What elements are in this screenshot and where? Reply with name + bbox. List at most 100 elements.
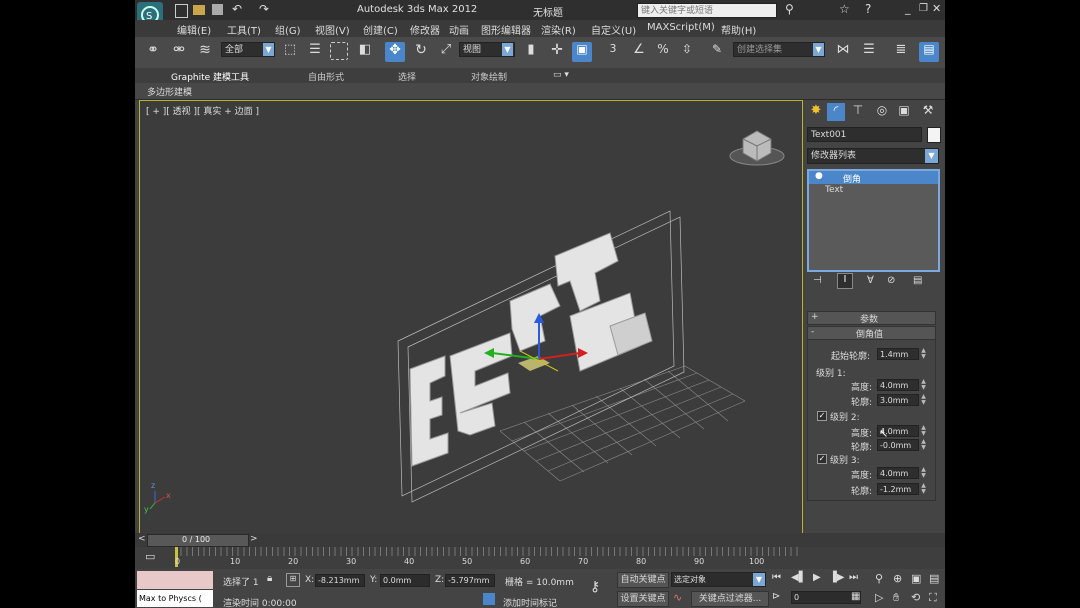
angle-snap-icon[interactable]: ∠	[629, 42, 649, 62]
make-unique-icon[interactable]: ∀	[867, 275, 874, 286]
binoculars-icon[interactable]: ⚲	[785, 2, 794, 16]
menu-graph-editors[interactable]: 图形编辑器	[481, 22, 531, 37]
level1-outline-input[interactable]: 3.0mm	[877, 394, 919, 406]
prev-frame-arrow-icon[interactable]: <	[138, 534, 146, 544]
level2-checkbox[interactable]: ✓	[817, 411, 827, 421]
display-tab-icon[interactable]: ▣	[895, 103, 913, 121]
play-icon[interactable]: ▶	[813, 572, 821, 583]
minimize-button[interactable]: _	[905, 2, 911, 15]
named-selection-dropdown[interactable]: 创建选择集	[733, 42, 825, 57]
restore-button[interactable]: ❐	[919, 3, 928, 14]
zoom-extents-all-icon[interactable]: ▤	[929, 572, 939, 585]
menu-maxscript[interactable]: MAXScript(M)	[647, 22, 715, 33]
object-name-field[interactable]: Text001	[807, 127, 922, 142]
utilities-tab-icon[interactable]: ⚒	[919, 103, 937, 121]
menu-edit[interactable]: 编辑(E)	[177, 22, 211, 37]
level3-height-input[interactable]: 4.0mm	[877, 467, 919, 479]
key-mode-toggle-icon[interactable]: ⊳	[772, 591, 780, 602]
keyboard-shortcut-icon[interactable]: ▣	[572, 42, 592, 62]
help-icon[interactable]: ?	[865, 2, 871, 16]
mirror-icon[interactable]: ⋈	[833, 42, 853, 62]
select-manipulate-icon[interactable]: ✛	[547, 42, 567, 62]
graphite-toggle-icon[interactable]: ▤	[919, 42, 939, 62]
menu-create[interactable]: 创建(C)	[363, 22, 398, 37]
absolute-mode-icon[interactable]: ⊞	[286, 573, 300, 587]
stack-item-bevel[interactable]: ● 倒角	[809, 171, 938, 185]
selected-object-dropdown[interactable]: 选定对象	[671, 572, 766, 587]
pin-stack-icon[interactable]: ⊣	[813, 275, 822, 286]
select-by-name-icon[interactable]: ☰	[305, 42, 325, 62]
next-frame-arrow-icon[interactable]: >	[250, 534, 258, 544]
rect-selection-icon[interactable]	[330, 42, 348, 60]
menu-rendering[interactable]: 渲染(R)	[541, 22, 576, 37]
zoom-icon[interactable]: ⚲	[875, 572, 883, 585]
redo-icon[interactable]: ↷	[259, 2, 269, 16]
spinner-icon[interactable]: ▲ ▼	[920, 439, 927, 451]
tab-object-paint[interactable]: 对象绘制	[471, 70, 507, 83]
bevel-text-object[interactable]	[409, 232, 653, 467]
menu-help[interactable]: 帮助(H)	[721, 22, 756, 37]
tab-selection[interactable]: 选择	[398, 70, 416, 83]
save-icon[interactable]	[212, 4, 223, 15]
modifier-list-dropdown[interactable]: 修改器列表	[807, 148, 939, 164]
auto-key-button[interactable]: 自动关键点	[617, 572, 669, 588]
x-coordinate-input[interactable]: -8.213mm	[315, 574, 365, 587]
go-to-end-icon[interactable]: ⏭	[849, 572, 858, 583]
level3-outline-input[interactable]: -1.2mm	[877, 483, 919, 495]
modify-tab-icon[interactable]: ◜	[827, 103, 845, 121]
tab-graphite[interactable]: Graphite 建模工具	[171, 70, 249, 83]
select-rotate-icon[interactable]: ↻	[411, 42, 431, 62]
lightbulb-icon[interactable]: ●	[815, 171, 823, 181]
zoom-all-icon[interactable]: ⊕	[893, 572, 902, 585]
add-time-tag-icon[interactable]	[483, 593, 495, 605]
create-tab-icon[interactable]: ✸	[807, 103, 825, 121]
maximize-viewport-icon[interactable]: ⛶	[929, 591, 937, 605]
perspective-viewport[interactable]: [ + ][ 透视 ][ 真实 + 边面 ] z x y	[139, 100, 803, 534]
stack-item-text[interactable]: Text	[825, 185, 843, 195]
open-file-icon[interactable]	[193, 5, 205, 15]
y-coordinate-input[interactable]: 0.0mm	[380, 574, 430, 587]
next-frame-icon[interactable]: ▐▶	[829, 572, 844, 583]
orbit-icon[interactable]: ⟲	[911, 591, 920, 604]
select-move-icon[interactable]: ✥	[385, 42, 405, 62]
percent-snap-icon[interactable]: %	[653, 42, 673, 62]
start-outline-input[interactable]: 1.4mm	[877, 348, 919, 360]
spinner-icon[interactable]: ▲ ▼	[920, 467, 927, 479]
time-config-icon[interactable]: ▦	[851, 591, 860, 602]
show-end-result-icon[interactable]: I	[837, 273, 853, 289]
key-mode-icon[interactable]: ⚷	[590, 579, 600, 595]
key-filters-button[interactable]: 关键点过滤器...	[691, 591, 769, 607]
select-object-icon[interactable]: ⬚	[280, 42, 300, 62]
z-coordinate-input[interactable]: -5.797mm	[445, 574, 495, 587]
bind-spacewarp-icon[interactable]: ≋	[195, 42, 215, 62]
pan-icon[interactable]: ✋︎	[893, 591, 899, 605]
hierarchy-tab-icon[interactable]: ⊤	[849, 103, 867, 121]
viewcube-icon[interactable]	[729, 130, 785, 166]
undo-icon[interactable]: ↶	[232, 2, 242, 16]
search-input[interactable]: 键入关键字或短语	[637, 3, 777, 18]
snap-toggle-icon[interactable]: 3	[603, 42, 623, 62]
spinner-icon[interactable]: ▲ ▼	[920, 394, 927, 406]
pivot-center-icon[interactable]: ▮	[521, 42, 541, 62]
ribbon-options-icon[interactable]: ▭ ▾	[553, 70, 569, 80]
maxscript-listener-input[interactable]: Max to Physcs (	[137, 590, 213, 607]
spinner-icon[interactable]: ▲ ▼	[920, 425, 927, 437]
menu-customize[interactable]: 自定义(U)	[591, 22, 636, 37]
remove-modifier-icon[interactable]: ⊘	[887, 275, 895, 286]
menu-animation[interactable]: 动画	[449, 22, 469, 37]
object-color-swatch[interactable]	[927, 127, 941, 143]
go-to-start-icon[interactable]: ⏮	[772, 572, 781, 583]
spinner-icon[interactable]: ▲ ▼	[920, 348, 927, 360]
menu-tools[interactable]: 工具(T)	[227, 22, 261, 37]
field-of-view-icon[interactable]: ▷	[875, 591, 883, 604]
time-slider[interactable]: 0 / 100	[147, 534, 249, 547]
set-key-button[interactable]: 设置关键点	[617, 591, 669, 607]
lock-icon[interactable]: 🔒︎	[267, 573, 272, 584]
edit-named-selection-icon[interactable]: ✎	[707, 42, 727, 62]
link-icon[interactable]: ⚭	[143, 42, 163, 62]
level1-height-input[interactable]: 4.0mm	[877, 379, 919, 391]
window-crossing-icon[interactable]: ◧	[355, 42, 375, 62]
level2-outline-input[interactable]: -0.0mm	[877, 439, 919, 451]
polygon-modeling-label[interactable]: 多边形建模	[147, 85, 192, 98]
zoom-extents-icon[interactable]: ▣	[911, 572, 921, 585]
